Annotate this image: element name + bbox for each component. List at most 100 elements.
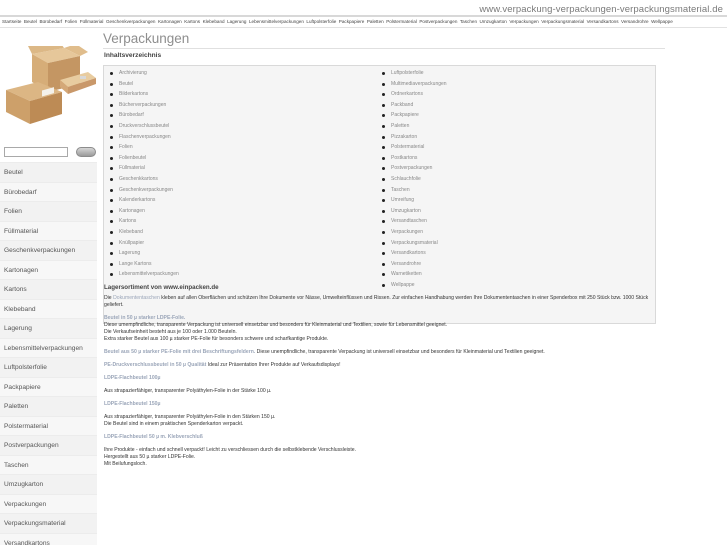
toc-item[interactable]: Bürobedarf [110, 110, 179, 121]
toc-item[interactable]: Multimediaverpackungen [382, 79, 447, 90]
toc-link[interactable]: Klebeband [119, 229, 143, 235]
top-nav-link[interactable]: Polstermaterial [386, 19, 417, 24]
sidebar-item[interactable]: Paletten [0, 396, 97, 416]
toc-item[interactable]: Flaschenverpackungen [110, 132, 179, 143]
toc-link[interactable]: Archivierung [119, 70, 147, 76]
toc-link[interactable]: Verpackungsmaterial [391, 240, 438, 246]
toc-item[interactable]: Klebeband [110, 227, 179, 238]
toc-item[interactable]: Lange Kartons [110, 259, 179, 270]
top-nav-link[interactable]: Umzugkarton [480, 19, 507, 24]
toc-link[interactable]: Folienbeutel [119, 155, 146, 161]
toc-item[interactable]: Polstermaterial [382, 142, 447, 153]
toc-item[interactable]: Taschen [382, 185, 447, 196]
sidebar-item[interactable]: Versandkartons [0, 532, 97, 545]
search-button[interactable] [76, 147, 96, 157]
sidebar-item[interactable]: Bürobedarf [0, 181, 97, 201]
top-nav-link[interactable]: Klebeband [203, 19, 225, 24]
top-nav-link[interactable]: Paletten [367, 19, 384, 24]
toc-item[interactable]: Postverpackungen [382, 163, 447, 174]
sidebar-item[interactable]: Füllmaterial [0, 220, 97, 240]
toc-link[interactable]: Bilderkartons [119, 91, 148, 97]
toc-link[interactable]: Versandtaschen [391, 218, 427, 224]
toc-item[interactable]: Versandtaschen [382, 216, 447, 227]
toc-item[interactable]: Folien [110, 142, 179, 153]
sidebar-item[interactable]: Folien [0, 201, 97, 221]
toc-item[interactable]: Kalenderkartons [110, 195, 179, 206]
toc-link[interactable]: Packpapiere [391, 112, 419, 118]
toc-item[interactable]: Kartons [110, 216, 179, 227]
sidebar-item[interactable]: Umzugkarton [0, 474, 97, 494]
sidebar-item[interactable]: Lebensmittelverpackungen [0, 337, 97, 357]
toc-link[interactable]: Beutel [119, 81, 133, 87]
toc-link[interactable]: Luftpolsterfolie [391, 70, 424, 76]
sidebar-item[interactable]: Beutel [0, 162, 97, 182]
toc-link[interactable]: Flaschenverpackungen [119, 134, 171, 140]
toc-link[interactable]: Versandkartons [391, 250, 426, 256]
toc-item[interactable]: Füllmaterial [110, 163, 179, 174]
sidebar-item[interactable]: Postverpackungen [0, 435, 97, 455]
toc-link[interactable]: Lebensmittelverpackungen [119, 271, 179, 277]
sidebar-item[interactable]: Polstermaterial [0, 415, 97, 435]
toc-link[interactable]: Lagerung [119, 250, 140, 256]
top-nav-link[interactable]: Postverpackungen [419, 19, 457, 24]
flachbeutel-50-heading[interactable]: LDPE-Flachbeutel 50 µ m. Klebverschluß [104, 434, 664, 441]
toc-item[interactable]: Knüllpapier [110, 238, 179, 249]
toc-link[interactable]: Kartons [119, 218, 136, 224]
top-nav-link[interactable]: Versandkartons [587, 19, 619, 24]
toc-item[interactable]: Packband [382, 100, 447, 111]
toc-item[interactable]: Pizzakarton [382, 132, 447, 143]
toc-link[interactable]: Ordnerkartons [391, 91, 423, 97]
toc-item[interactable]: Ordnerkartons [382, 89, 447, 100]
top-nav-link[interactable]: Folien [65, 19, 78, 24]
toc-item[interactable]: Umzugkarton [382, 206, 447, 217]
druckverschluss-link[interactable]: PE-Druckverschlussbeutel in 50 µ Qualitä… [104, 362, 206, 368]
toc-link[interactable]: Verpackungen [391, 229, 423, 235]
toc-link[interactable]: Kartonagen [119, 208, 145, 214]
top-nav-link[interactable]: Versandrohre [621, 19, 649, 24]
toc-item[interactable]: Bücherverpackungen [110, 100, 179, 111]
toc-item[interactable]: Versandrohre [382, 259, 447, 270]
top-nav-link[interactable]: Kartons [184, 19, 200, 24]
top-nav-link[interactable]: Packpapiere [339, 19, 365, 24]
toc-item[interactable]: Postkartons [382, 153, 447, 164]
toc-item[interactable]: Versandkartons [382, 248, 447, 259]
top-nav-link[interactable]: Füllmaterial [80, 19, 104, 24]
toc-link[interactable]: Taschen [391, 187, 410, 193]
sidebar-item[interactable]: Klebeband [0, 298, 97, 318]
toc-link[interactable]: Bücherverpackungen [119, 102, 166, 108]
search-input[interactable] [4, 147, 68, 157]
top-nav-link[interactable]: Verpackungsmaterial [541, 19, 584, 24]
top-nav-link[interactable]: Lebensmittelverpackungen [249, 19, 304, 24]
toc-link[interactable]: Kalenderkartons [119, 197, 155, 203]
toc-link[interactable]: Postverpackungen [391, 165, 432, 171]
toc-link[interactable]: Druckverschlussbeutel [119, 123, 169, 129]
toc-link[interactable]: Füllmaterial [119, 165, 145, 171]
toc-item[interactable]: Luftpolsterfolie [382, 68, 447, 79]
toc-item[interactable]: Verpackungsmaterial [382, 238, 447, 249]
top-nav-link[interactable]: Startseite [2, 19, 21, 24]
toc-link[interactable]: Polstermaterial [391, 144, 424, 150]
toc-item[interactable]: Schlauchfolie [382, 174, 447, 185]
toc-item[interactable]: Verpackungen [382, 227, 447, 238]
toc-link[interactable]: Knüllpapier [119, 240, 144, 246]
toc-item[interactable]: Warnetiketten [382, 269, 447, 280]
toc-link[interactable]: Paletten [391, 123, 409, 129]
top-nav-link[interactable]: Luftpolsterfolie [306, 19, 336, 24]
toc-item[interactable]: Bilderkartons [110, 89, 179, 100]
sidebar-item[interactable]: Luftpolsterfolie [0, 357, 97, 377]
beschriftungsfelder-link[interactable]: Beutel aus 50 µ starker PE-Folie mit dre… [104, 349, 255, 355]
top-nav-link[interactable]: Verpackungen [509, 19, 538, 24]
top-nav-link[interactable]: Beutel [24, 19, 37, 24]
toc-link[interactable]: Versandrohre [391, 261, 421, 267]
toc-item[interactable]: Archivierung [110, 68, 179, 79]
toc-item[interactable]: Beutel [110, 79, 179, 90]
sidebar-item[interactable]: Packpapiere [0, 376, 97, 396]
toc-link[interactable]: Bürobedarf [119, 112, 144, 118]
toc-item[interactable]: Umreifung [382, 195, 447, 206]
toc-link[interactable]: Schlauchfolie [391, 176, 421, 182]
toc-link[interactable]: Umzugkarton [391, 208, 421, 214]
toc-item[interactable]: Geschenkkartons [110, 174, 179, 185]
top-nav-link[interactable]: Lagerung [227, 19, 246, 24]
top-nav-link[interactable]: Bürobedarf [39, 19, 62, 24]
top-nav-link[interactable]: Geschenkverpackungen [106, 19, 156, 24]
